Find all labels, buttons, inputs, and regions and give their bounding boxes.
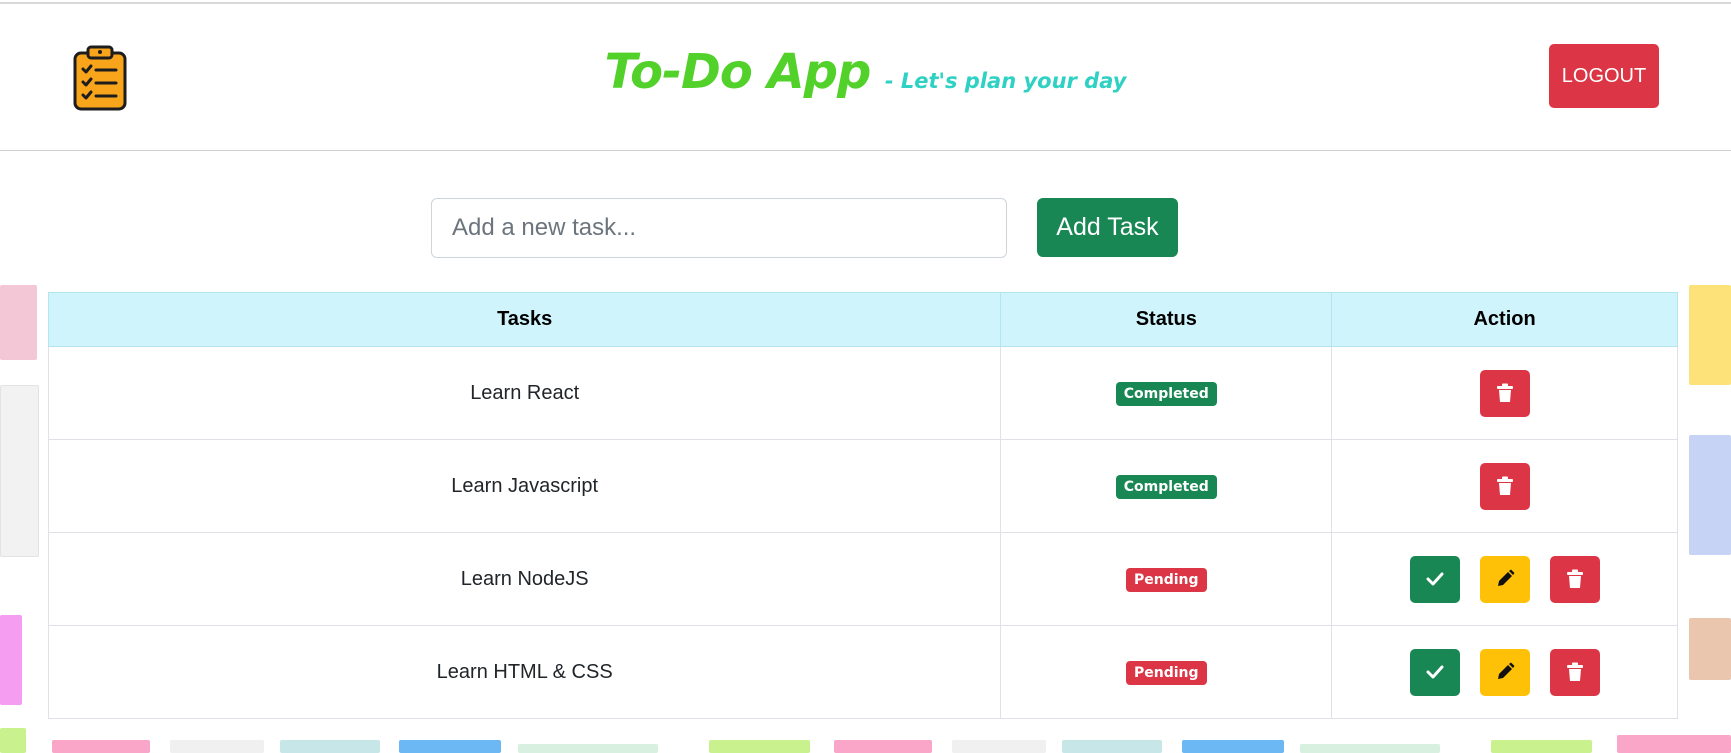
- action-cell: [1331, 439, 1678, 533]
- trash-icon: [1566, 662, 1584, 682]
- table-row: Learn NodeJS Pending: [47, 532, 1678, 626]
- table-row: Learn HTML & CSS Pending: [47, 625, 1678, 719]
- delete-button[interactable]: [1479, 369, 1530, 417]
- logout-button[interactable]: LOGOUT: [1549, 44, 1659, 108]
- app-title: To-Do App: [604, 44, 872, 100]
- task-name: Learn NodeJS: [47, 532, 1002, 626]
- complete-button[interactable]: [1409, 648, 1460, 696]
- task-name: Learn Javascript: [47, 439, 1002, 533]
- action-cell: [1331, 625, 1678, 719]
- pencil-icon: [1495, 569, 1515, 589]
- tasks-table-body: Learn React Completed Learn Javascript C…: [47, 346, 1678, 719]
- brand: To-Do App - Let's plan your day: [0, 44, 1731, 100]
- column-header-status: Status: [1000, 292, 1333, 347]
- complete-button[interactable]: [1409, 555, 1460, 603]
- trash-icon: [1496, 383, 1514, 403]
- status-badge: Completed: [1115, 474, 1217, 499]
- action-cell: [1331, 346, 1678, 440]
- delete-button[interactable]: [1479, 462, 1530, 510]
- action-cell: [1331, 532, 1678, 626]
- trash-icon: [1496, 476, 1514, 496]
- navbar: To-Do App - Let's plan your day LOGOUT: [0, 4, 1731, 151]
- trash-icon: [1566, 569, 1584, 589]
- status-cell: Completed: [1000, 346, 1333, 440]
- column-header-action: Action: [1331, 292, 1678, 347]
- add-task-button[interactable]: Add Task: [1037, 198, 1178, 257]
- page: To-Do App - Let's plan your day LOGOUT A…: [0, 0, 1731, 753]
- task-name: Learn React: [47, 346, 1002, 440]
- table-row: Learn Javascript Completed: [47, 439, 1678, 533]
- status-cell: Pending: [1000, 532, 1333, 626]
- tasks-table: Tasks Status Action Learn React Complete…: [47, 292, 1678, 719]
- edit-button[interactable]: [1479, 648, 1530, 696]
- new-task-input[interactable]: [431, 198, 1007, 258]
- status-cell: Completed: [1000, 439, 1333, 533]
- table-header-row: Tasks Status Action: [47, 292, 1678, 347]
- status-badge: Pending: [1126, 660, 1207, 685]
- column-header-tasks: Tasks: [47, 292, 1002, 347]
- status-badge: Pending: [1126, 567, 1207, 592]
- edit-button[interactable]: [1479, 555, 1530, 603]
- task-name: Learn HTML & CSS: [47, 625, 1002, 719]
- delete-button[interactable]: [1549, 648, 1600, 696]
- delete-button[interactable]: [1549, 555, 1600, 603]
- status-cell: Pending: [1000, 625, 1333, 719]
- check-icon: [1426, 572, 1444, 586]
- check-icon: [1426, 665, 1444, 679]
- status-badge: Completed: [1115, 381, 1217, 406]
- pencil-icon: [1495, 662, 1515, 682]
- table-row: Learn React Completed: [47, 346, 1678, 440]
- app-subtitle: - Let's plan your day: [884, 69, 1127, 93]
